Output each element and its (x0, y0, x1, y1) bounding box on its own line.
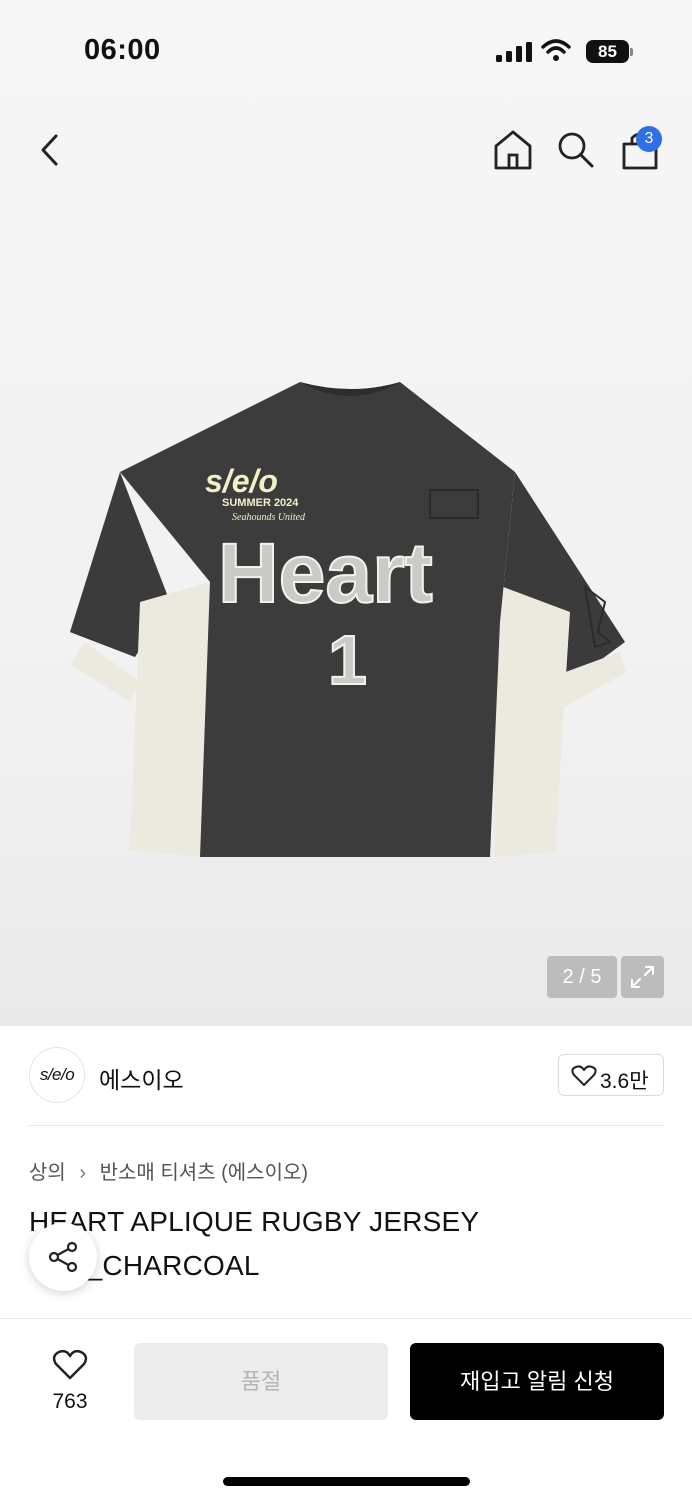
home-indicator[interactable] (223, 1477, 470, 1486)
brand-name[interactable]: 에스이오 (99, 1061, 184, 1095)
chevron-left-icon (41, 134, 58, 166)
search-icon (558, 132, 594, 168)
jersey-season: SUMMER 2024 (222, 497, 299, 509)
brand-row: s/e/o 에스이오 3.6만 (0, 1026, 692, 1126)
expand-button[interactable] (621, 956, 664, 998)
share-button[interactable] (29, 1223, 97, 1291)
status-bar: 06:00 85 (0, 0, 692, 100)
wish-count: 763 (52, 1390, 88, 1413)
breadcrumb-subcategory[interactable]: 반소매 티셔츠 (에스이오) (100, 1162, 308, 1184)
heart-icon (52, 1349, 88, 1380)
cart-count-badge: 3 (636, 126, 662, 152)
soldout-button: 품절 (134, 1343, 388, 1420)
battery-level: 85 (586, 40, 629, 63)
home-icon (494, 130, 532, 170)
bottom-action-bar: 763 품절 재입고 알림 신청 (0, 1318, 692, 1500)
jersey-chest-word: Heart (218, 526, 433, 620)
share-icon (48, 1241, 78, 1273)
jersey-tagline: Seahounds United (232, 512, 306, 523)
cellular-signal-icon (496, 42, 532, 62)
search-button[interactable] (556, 130, 596, 170)
restock-alert-button[interactable]: 재입고 알림 신청 (410, 1343, 664, 1420)
brand-logo[interactable]: s/e/o (29, 1047, 85, 1103)
jersey-number: 1 (328, 621, 367, 699)
battery-tip (630, 48, 633, 56)
heart-icon (571, 1065, 597, 1086)
breadcrumb-category[interactable]: 상의 (29, 1162, 66, 1184)
home-button[interactable] (492, 128, 534, 172)
brand-like-count: 3.6만 (600, 1070, 649, 1093)
breadcrumb: 상의 › 반소매 티셔츠 (에스이오) (29, 1156, 308, 1185)
expand-icon (631, 966, 654, 988)
product-title: HEART APLIQUE RUGBY JERSEY TOP_CHARCOAL (29, 1206, 479, 1281)
brand-like-button[interactable]: 3.6만 (558, 1054, 664, 1096)
product-photo: s/e/o SUMMER 2024 Seahounds United Heart… (70, 382, 626, 857)
jersey-brand-mark: s/e/o (205, 463, 278, 499)
status-time: 06:00 (84, 34, 161, 66)
wish-button[interactable]: 763 (40, 1349, 100, 1419)
wifi-icon (541, 39, 571, 61)
gallery-counter: 2 / 5 (547, 956, 617, 998)
cart-button[interactable]: 3 (618, 126, 666, 174)
back-button[interactable] (34, 130, 68, 170)
battery-indicator: 85 (586, 40, 634, 63)
divider (29, 1125, 664, 1126)
chevron-right-icon: › (79, 1162, 87, 1184)
